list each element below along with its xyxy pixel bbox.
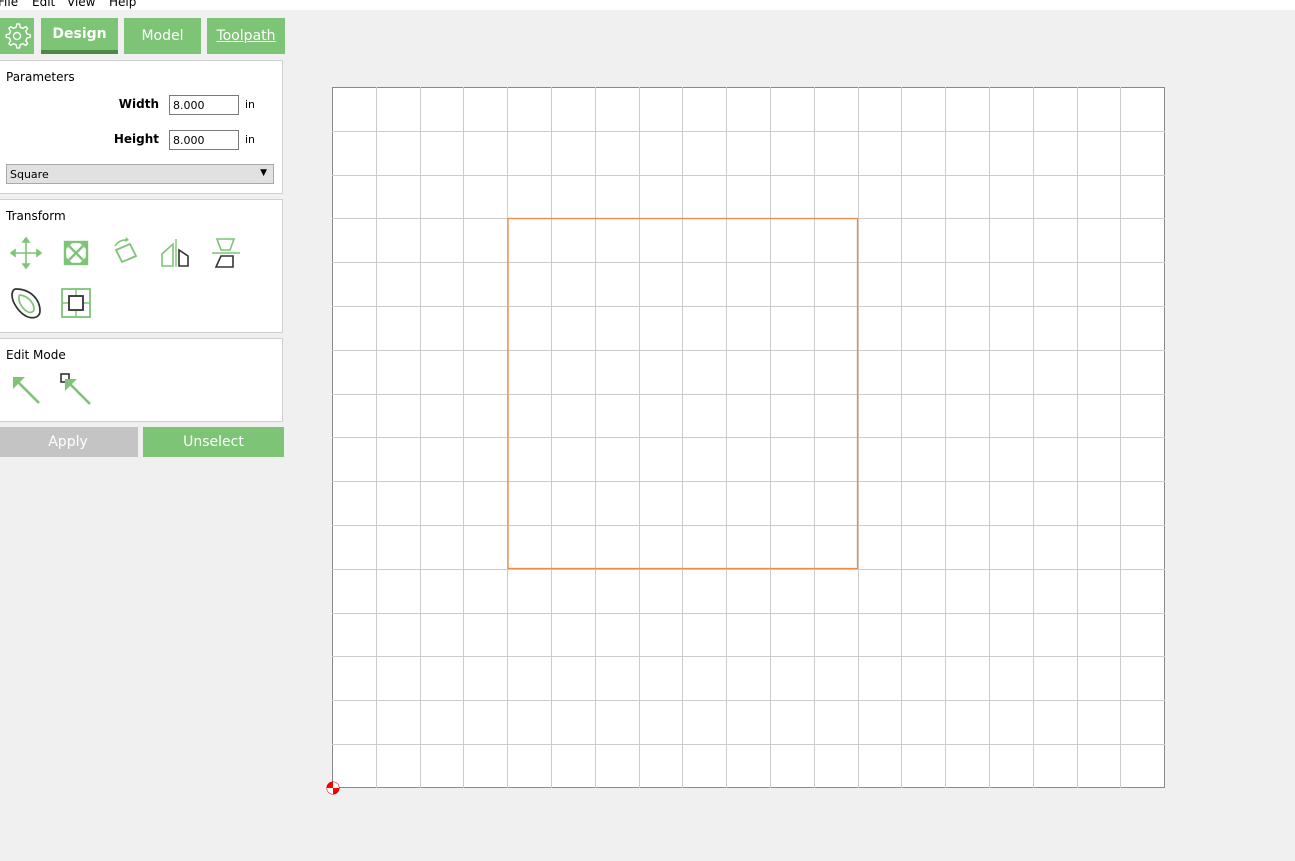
move-tool-button[interactable] [8, 235, 44, 271]
tab-toolpath-label: Toolpath [216, 28, 276, 44]
transform-panel: Transform [0, 199, 283, 333]
design-canvas[interactable] [332, 87, 1165, 788]
mirror-horizontal-tool-button[interactable] [158, 235, 194, 271]
parameters-title: Parameters [6, 70, 75, 84]
mirror-horizontal-icon [161, 239, 189, 267]
origin-marker-icon [326, 781, 340, 795]
shape-select[interactable]: Square ▼ [6, 164, 274, 184]
unselect-label: Unselect [183, 434, 244, 450]
offset-tool-button[interactable] [8, 285, 44, 321]
menu-bar: File Edit View Help [0, 0, 1295, 10]
tab-toolpath[interactable]: Toolpath [207, 18, 285, 54]
transform-title: Transform [6, 209, 66, 223]
edit-mode-panel: Edit Mode [0, 338, 283, 422]
canvas-grid [332, 87, 1165, 788]
width-unit: in [245, 98, 256, 111]
select-arrow-icon [13, 377, 40, 404]
width-label: Width [118, 97, 159, 111]
tab-design[interactable]: Design [41, 18, 118, 54]
parameters-panel: Parameters Width in Height in Square ▼ [0, 60, 283, 194]
scale-icon [63, 240, 89, 266]
rotate-icon [114, 237, 138, 264]
apply-button[interactable]: Apply [0, 427, 138, 457]
width-input[interactable] [169, 95, 239, 115]
menu-help[interactable]: Help [109, 0, 136, 10]
align-center-icon [61, 288, 91, 318]
height-label: Height [113, 132, 159, 146]
node-edit-tool-button[interactable] [58, 372, 94, 408]
height-input[interactable] [169, 130, 239, 150]
height-unit: in [245, 133, 256, 146]
mirror-vertical-tool-button[interactable] [208, 235, 244, 271]
edit-mode-title: Edit Mode [6, 348, 66, 362]
tab-model-label: Model [141, 28, 184, 44]
offset-icon [11, 288, 41, 319]
unselect-button[interactable]: Unselect [143, 427, 284, 457]
rotate-tool-button[interactable] [108, 235, 144, 271]
move-icon [9, 236, 43, 270]
scale-tool-button[interactable] [58, 235, 94, 271]
select-tool-button[interactable] [8, 372, 44, 408]
settings-button[interactable] [0, 18, 34, 54]
apply-label: Apply [48, 434, 88, 450]
chevron-down-icon: ▼ [260, 168, 267, 178]
tab-design-label: Design [52, 26, 107, 42]
node-edit-arrow-icon [60, 373, 91, 405]
menu-view[interactable]: View [67, 0, 95, 10]
menu-edit[interactable]: Edit [32, 0, 55, 10]
tab-model[interactable]: Model [124, 18, 201, 54]
gear-icon [5, 23, 31, 49]
shape-select-value: Square [10, 168, 49, 181]
align-center-tool-button[interactable] [58, 285, 94, 321]
menu-file[interactable]: File [0, 0, 18, 10]
mirror-vertical-icon [212, 238, 240, 268]
